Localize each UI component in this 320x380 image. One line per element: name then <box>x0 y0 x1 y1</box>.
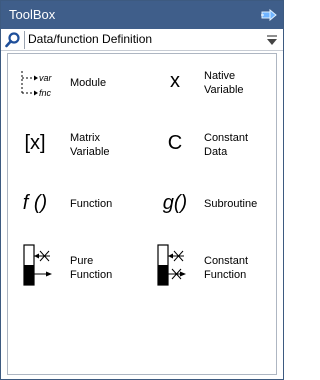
subroutine-icon: g() <box>162 192 188 214</box>
module-icon: var fnc <box>21 71 53 98</box>
category-input[interactable] <box>28 30 258 48</box>
search-icon[interactable] <box>4 31 22 49</box>
tool-pure-function-label: Pure Function <box>70 255 113 281</box>
tool-constant-function-label: Constant Function <box>204 255 249 281</box>
tool-function-label: Function <box>70 198 113 210</box>
tool-module[interactable]: var fnc Module <box>18 68 143 114</box>
tool-constant-data-label: Constant Data <box>204 132 249 158</box>
toolbox-window: ToolBox Data/function Definition var fnc… <box>0 0 284 380</box>
module-var-text: var <box>39 73 53 83</box>
tool-native-variable-label: Native Variable <box>204 70 244 96</box>
separator <box>24 31 25 49</box>
pure-function-icon <box>23 244 52 286</box>
chevron-down-icon[interactable] <box>263 31 281 49</box>
tool-subroutine[interactable]: g() Subroutine <box>152 192 277 238</box>
constant-data-icon: C <box>167 132 183 154</box>
tool-native-variable[interactable]: x Native Variable <box>152 68 277 114</box>
title-bar: ToolBox <box>1 1 283 29</box>
native-variable-icon: x <box>170 70 180 92</box>
tool-constant-function[interactable]: Constant Function <box>152 244 277 290</box>
tool-matrix-variable-label: Matrix Variable <box>70 132 110 158</box>
tool-panel: var fnc Module x Native Variable [x] Mat… <box>7 53 277 375</box>
tool-matrix-variable[interactable]: [x] Matrix Variable <box>18 130 143 176</box>
window-title: ToolBox <box>9 7 56 22</box>
module-fnc-text: fnc <box>39 88 52 98</box>
category-selector <box>1 29 283 51</box>
tool-module-label: Module <box>70 77 107 89</box>
tool-constant-data[interactable]: C Constant Data <box>152 130 277 176</box>
tool-pure-function[interactable]: Pure Function <box>18 244 143 290</box>
matrix-variable-icon: [x] <box>24 132 46 154</box>
tool-subroutine-label: Subroutine <box>204 198 258 210</box>
constant-function-icon <box>157 244 186 286</box>
tool-function[interactable]: f () Function <box>18 192 143 238</box>
pin-icon[interactable] <box>261 7 277 23</box>
function-icon: f () <box>22 192 48 214</box>
